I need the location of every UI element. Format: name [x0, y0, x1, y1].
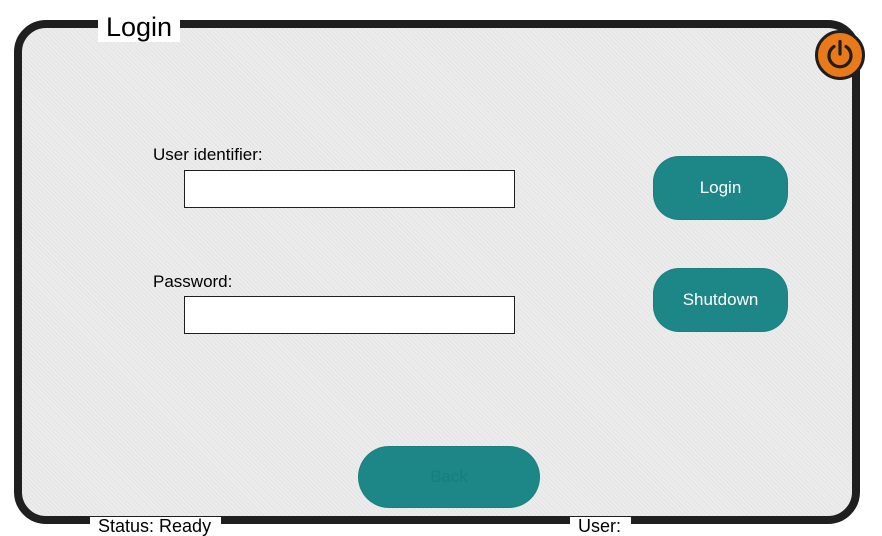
shutdown-button[interactable]: Shutdown: [653, 268, 788, 332]
login-screen: Login User identifier: Password: Login S…: [0, 0, 882, 536]
user-status-text: User:: [570, 517, 632, 536]
power-icon: [823, 38, 857, 72]
status-text: Status: Ready: [90, 517, 222, 536]
user-identifier-label: User identifier:: [153, 145, 263, 164]
password-label: Password:: [153, 272, 233, 291]
password-field[interactable]: [184, 296, 515, 334]
page-title: Login: [98, 14, 181, 42]
power-button[interactable]: [815, 30, 865, 80]
back-button[interactable]: Back: [358, 446, 540, 508]
user-identifier-field[interactable]: [184, 170, 515, 208]
login-button[interactable]: Login: [653, 156, 788, 220]
